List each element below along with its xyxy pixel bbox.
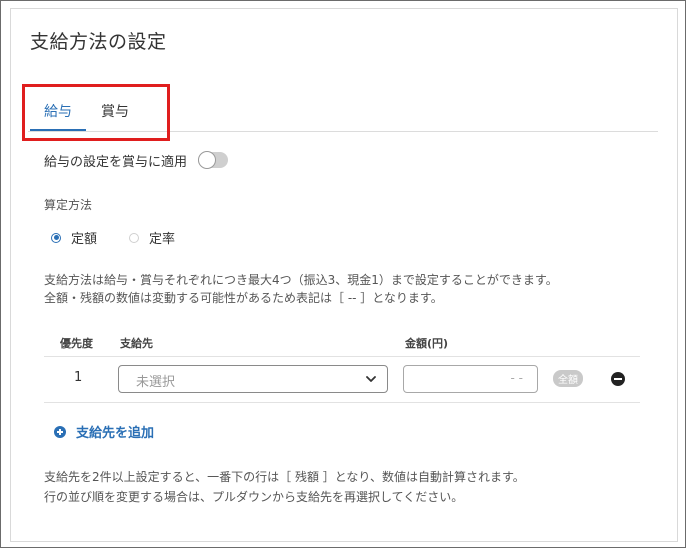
column-header-destination: 支給先 [120, 337, 153, 350]
full-amount-badge: 全額 [553, 370, 583, 387]
table-row-divider [44, 402, 640, 403]
radio-fixed-rate[interactable]: 定率 [129, 228, 175, 247]
tabs-highlight-box [22, 84, 170, 141]
radio-fixed-amount[interactable]: 定額 [51, 228, 97, 247]
info-note-2: 全額・残額の数値は変動する可能性があるため表記は［ -- ］となります。 [44, 291, 443, 305]
add-destination-label: 支給先を追加 [76, 426, 155, 441]
destination-select[interactable]: 未選択 [118, 365, 388, 393]
chevron-down-icon [366, 376, 376, 382]
radio-selected-icon [51, 232, 61, 243]
column-header-amount: 金額(円) [405, 337, 449, 350]
radio-fixed-rate-label: 定率 [149, 232, 176, 247]
amount-input[interactable]: - - [403, 365, 538, 393]
remove-row-icon[interactable] [611, 372, 625, 386]
radio-unselected-icon [129, 232, 139, 243]
footer-note-1: 支給先を2件以上設定すると、一番下の行は［ 残額 ］となり、数値は自動計算されま… [44, 470, 525, 484]
calculation-method-label: 算定方法 [44, 198, 93, 212]
toggle-knob [198, 151, 216, 169]
destination-select-placeholder: 未選択 [136, 375, 176, 390]
page-title: 支給方法の設定 [30, 31, 167, 53]
column-header-priority: 優先度 [60, 337, 93, 350]
apply-to-bonus-label: 給与の設定を賞与に適用 [44, 155, 188, 170]
add-circle-icon [54, 425, 66, 438]
info-note-1: 支給方法は給与・賞与それぞれにつき最大4つ（振込3、現金1）まで設定することがで… [44, 273, 558, 287]
footer-note-2: 行の並び順を変更する場合は、プルダウンから支給先を再選択してください。 [44, 490, 464, 504]
radio-fixed-amount-label: 定額 [71, 232, 98, 247]
amount-value: - - [510, 371, 523, 385]
apply-to-bonus-toggle[interactable] [198, 151, 228, 169]
row-priority: 1 [74, 370, 83, 385]
add-destination-button[interactable]: 支給先を追加 [54, 422, 154, 441]
table-header-divider [44, 356, 640, 357]
